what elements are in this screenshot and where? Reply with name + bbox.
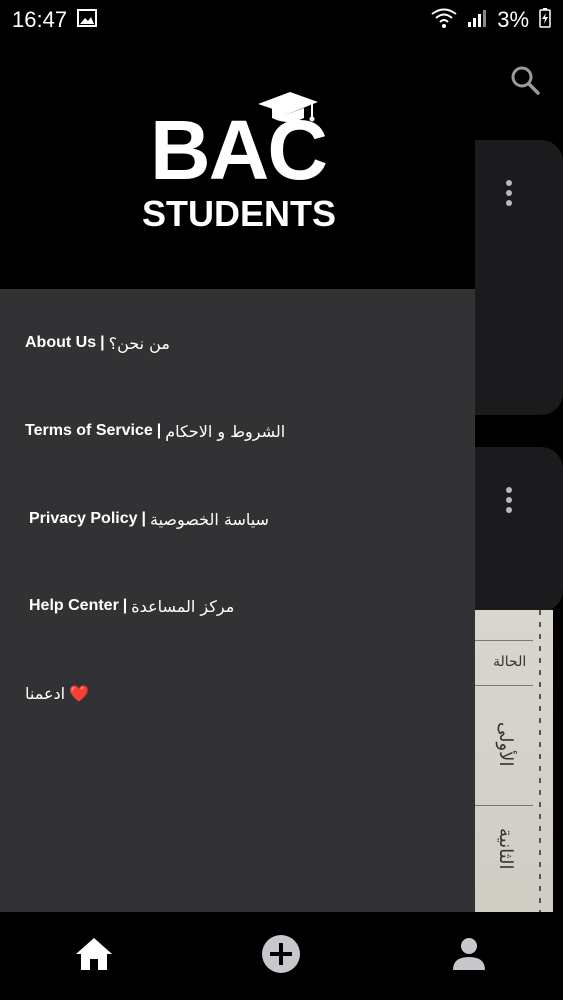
menu-item-label: Terms of Service: [25, 422, 153, 439]
heart-icon: ❤️: [69, 683, 89, 703]
menu-item-label-arabic: ادعمنا: [25, 683, 66, 703]
status-bar: 16:47 3%: [0, 0, 563, 40]
menu-item-separator: |: [122, 597, 128, 614]
search-button[interactable]: [505, 62, 545, 102]
document-text: الأولى: [495, 722, 516, 767]
post-card[interactable]: [474, 447, 563, 612]
menu-item-label-arabic: مركز المساعدة: [131, 596, 235, 616]
image-icon: [77, 9, 98, 31]
home-icon: [74, 936, 114, 976]
post-card[interactable]: [474, 140, 563, 415]
search-icon: [510, 65, 540, 99]
add-circle-icon: [261, 934, 301, 978]
menu-item-separator: |: [156, 422, 162, 439]
more-vertical-icon[interactable]: [506, 487, 514, 513]
battery-percent: 3%: [497, 7, 529, 32]
menu-item-label: About Us: [25, 334, 97, 351]
menu-item-label-arabic: سياسة الخصوصية: [150, 509, 269, 529]
menu-item-terms-of-service[interactable]: Terms of Service | الشروط و الاحكام: [25, 411, 285, 451]
menu-item-label-arabic: الشروط و الاحكام: [165, 421, 286, 441]
menu-item-label-arabic: من نحن؟: [108, 333, 170, 353]
menu-item-support-us[interactable]: ادعمنا ❤️: [25, 673, 89, 713]
drawer-header: BAC STUDENTS: [0, 40, 475, 289]
document-text: الحالة: [493, 654, 527, 670]
more-vertical-icon[interactable]: [506, 180, 514, 206]
battery-charging-icon: [539, 8, 551, 32]
logo-subtitle: STUDENTS: [142, 193, 337, 234]
nav-home-button[interactable]: [64, 926, 124, 986]
clock: 16:47: [12, 7, 68, 32]
menu-item-help-center[interactable]: Help Center | مركز المساعدة: [29, 586, 234, 626]
nav-add-button[interactable]: [251, 926, 311, 986]
logo-text: BAC: [150, 103, 328, 197]
wifi-icon: [431, 8, 457, 32]
menu-item-separator: |: [141, 510, 146, 527]
menu-item-separator: |: [100, 334, 105, 351]
nav-profile-button[interactable]: [439, 926, 499, 986]
signal-icon: [467, 8, 487, 32]
app-logo: BAC STUDENTS: [138, 90, 338, 240]
menu-item-label: Help Center: [29, 597, 119, 614]
bottom-navigation: [0, 912, 563, 1000]
menu-item-about-us[interactable]: About Us | من نحن؟: [25, 323, 170, 363]
navigation-drawer: BAC STUDENTS About Us | من نحن؟ Terms of…: [0, 40, 475, 912]
document-image: الحالة الأولى الثانية: [474, 610, 553, 912]
menu-item-label: Privacy Policy: [29, 510, 138, 527]
document-text: الثانية: [495, 828, 516, 870]
profile-icon: [451, 936, 487, 976]
menu-item-privacy-policy[interactable]: Privacy Policy | سياسة الخصوصية: [29, 499, 269, 539]
